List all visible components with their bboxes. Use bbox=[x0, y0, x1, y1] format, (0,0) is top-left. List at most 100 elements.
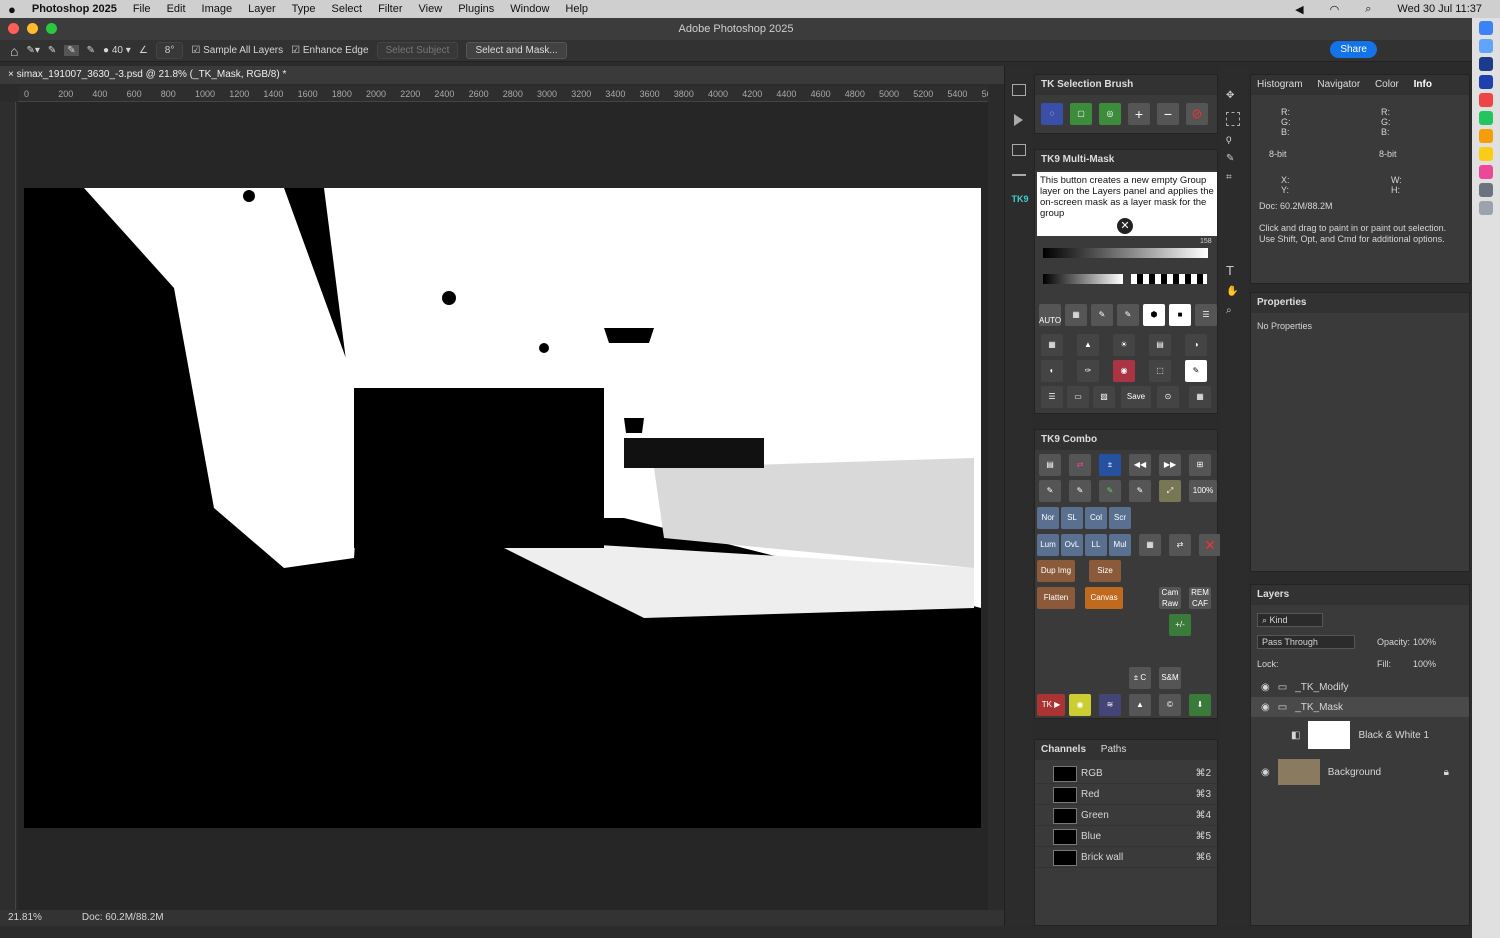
blend-color-button[interactable]: Col bbox=[1085, 507, 1107, 529]
wifi-icon[interactable]: ◠ bbox=[1330, 3, 1340, 16]
close-window-button[interactable] bbox=[8, 23, 19, 34]
grid-icon[interactable]: ▦ bbox=[1065, 304, 1087, 326]
marquee-tool-icon[interactable] bbox=[1226, 112, 1240, 126]
plus-minus-c-button[interactable]: ± C bbox=[1129, 667, 1151, 689]
menu-plugins[interactable]: Plugins bbox=[458, 3, 494, 15]
menu-layer[interactable]: Layer bbox=[248, 3, 276, 15]
menu-filter[interactable]: Filter bbox=[378, 3, 402, 15]
sample-all-layers-checkbox[interactable]: ☑ Sample All Layers bbox=[191, 45, 283, 56]
minimize-window-button[interactable] bbox=[27, 23, 38, 34]
blend-mode-select[interactable]: Pass Through bbox=[1257, 635, 1355, 649]
dotted-selection-icon[interactable]: ⬚ bbox=[1149, 360, 1171, 382]
channel-row[interactable]: RGB ⌘2 bbox=[1035, 764, 1217, 784]
brush-size-picker[interactable]: ● 40 ▾ bbox=[103, 45, 131, 56]
calculator-icon[interactable]: ▦ bbox=[1189, 386, 1211, 408]
home-icon[interactable]: ⌂ bbox=[10, 43, 18, 59]
size-button[interactable]: Size bbox=[1089, 560, 1121, 582]
plus-minus-button[interactable]: +/- bbox=[1169, 614, 1191, 636]
finder-icon[interactable] bbox=[1479, 21, 1493, 35]
photoshop-icon[interactable] bbox=[1479, 57, 1493, 71]
menu-help[interactable]: Help bbox=[565, 3, 588, 15]
volume-icon[interactable]: ◀ bbox=[1295, 3, 1303, 16]
channels-icon[interactable]: ▤ bbox=[1149, 334, 1171, 356]
layer-row[interactable]: ◉ Background 🔒︎ bbox=[1251, 757, 1469, 787]
canvas-area[interactable] bbox=[18, 102, 988, 910]
clock[interactable]: Wed 30 Jul 11:37 bbox=[1397, 3, 1482, 15]
actions-icon[interactable] bbox=[1014, 114, 1023, 126]
menu-type[interactable]: Type bbox=[292, 3, 316, 15]
move-tool-icon[interactable]: ✥ bbox=[1226, 90, 1240, 104]
blend-overlay-button[interactable]: OvL bbox=[1061, 534, 1083, 556]
canvas-button[interactable]: Canvas bbox=[1085, 587, 1123, 609]
apple-icon[interactable]: ● bbox=[8, 2, 16, 17]
fill-input[interactable]: 100% bbox=[1413, 659, 1436, 669]
search-icon[interactable]: ⌕ bbox=[1365, 3, 1371, 16]
paint-brush-icon[interactable]: ✎ bbox=[1185, 360, 1207, 382]
sam-button[interactable]: S&M bbox=[1159, 667, 1181, 689]
select-and-mask-button[interactable]: Select and Mask... bbox=[466, 42, 567, 59]
settings-icon[interactable] bbox=[1479, 183, 1493, 197]
folder-icon[interactable]: ▭ bbox=[1067, 386, 1089, 408]
brush-tool-icon[interactable]: ✎ bbox=[1226, 153, 1242, 164]
mail-icon[interactable] bbox=[1479, 39, 1493, 53]
blend-multiply-button[interactable]: Mul bbox=[1109, 534, 1131, 556]
histogram-icon[interactable]: ▲ bbox=[1077, 334, 1099, 356]
notes-icon[interactable] bbox=[1479, 147, 1493, 161]
adjustments-icon[interactable] bbox=[1011, 144, 1026, 156]
feather-selection-icon[interactable]: ◎ bbox=[1099, 103, 1121, 125]
music-icon[interactable] bbox=[1479, 165, 1493, 179]
layers-icon[interactable]: ≋ bbox=[1099, 694, 1121, 716]
eye-icon[interactable]: ◉ bbox=[1261, 702, 1270, 713]
swap-icon[interactable]: ⇄ bbox=[1069, 454, 1091, 476]
menu-view[interactable]: View bbox=[419, 3, 443, 15]
history-icon[interactable] bbox=[1011, 84, 1026, 96]
fit-screen-icon[interactable]: ⤢ bbox=[1159, 480, 1181, 502]
green-brush-icon[interactable]: ✎ bbox=[1099, 480, 1121, 502]
circles-icon[interactable]: ◑ bbox=[1185, 334, 1207, 356]
subtract-icon[interactable]: − bbox=[1157, 103, 1179, 125]
duplicate-image-button[interactable]: Dup Img bbox=[1037, 560, 1075, 582]
flatten-button[interactable]: Flatten bbox=[1037, 587, 1075, 609]
layer-mask-thumb[interactable] bbox=[1308, 721, 1351, 749]
zoom-window-button[interactable] bbox=[46, 23, 57, 34]
tab-paths[interactable]: Paths bbox=[1101, 744, 1127, 755]
channel-row[interactable]: Red ⌘3 bbox=[1035, 785, 1217, 805]
tab-navigator[interactable]: Navigator bbox=[1317, 79, 1360, 90]
close-icon[interactable]: ✕ bbox=[1117, 218, 1133, 234]
kind-filter[interactable]: ⌕ Kind bbox=[1257, 613, 1323, 627]
crop-tool-icon[interactable]: ⌗ bbox=[1226, 172, 1242, 183]
channel-row[interactable]: Green ⌘4 bbox=[1035, 806, 1217, 826]
document-tab[interactable]: × simax_191007_3630_-3.psd @ 21.8% (_TK_… bbox=[0, 66, 1004, 84]
save-button[interactable]: Save bbox=[1121, 386, 1151, 408]
tab-histogram[interactable]: Histogram bbox=[1257, 79, 1303, 90]
zoom-tool-icon[interactable]: ⌕ bbox=[1226, 305, 1242, 316]
dropper-icon[interactable]: ✑ bbox=[1077, 360, 1099, 382]
messages-icon[interactable] bbox=[1479, 111, 1493, 125]
hue-icon[interactable]: ◐ bbox=[1041, 360, 1063, 382]
forward-icon[interactable]: ▶▶ bbox=[1159, 454, 1181, 476]
grey-brush-icon[interactable]: ✎ bbox=[1129, 480, 1151, 502]
zoom-level[interactable]: 21.81% bbox=[8, 910, 42, 926]
rewind-icon[interactable]: ◀◀ bbox=[1129, 454, 1151, 476]
target-icon[interactable]: ⊙ bbox=[1157, 386, 1179, 408]
auto-button[interactable]: AUTO bbox=[1039, 304, 1061, 326]
brush-icon[interactable]: ✎ bbox=[1091, 304, 1113, 326]
brush-icon[interactable]: ✎ bbox=[1039, 480, 1061, 502]
photos-icon[interactable] bbox=[1479, 129, 1493, 143]
add-selection-icon[interactable]: ✎ bbox=[64, 45, 79, 56]
white-brush-icon[interactable]: ✎ bbox=[1117, 304, 1139, 326]
tab-color[interactable]: Color bbox=[1375, 79, 1399, 90]
menu-icon[interactable]: ☰ bbox=[1041, 386, 1063, 408]
doc-size[interactable]: Doc: 60.2M/88.2M bbox=[82, 910, 164, 926]
download-icon[interactable]: ⬇ bbox=[1189, 694, 1211, 716]
layer-row[interactable]: ◧ Black & White 1 bbox=[1251, 719, 1469, 751]
add-box-icon[interactable]: ⊞ bbox=[1189, 454, 1211, 476]
tab-info[interactable]: Info bbox=[1414, 79, 1432, 90]
calculator-icon[interactable]: ▦ bbox=[1139, 534, 1161, 556]
lasso-tool-icon[interactable]: ϙ bbox=[1226, 134, 1242, 145]
rem-caf-button[interactable]: REM CAF bbox=[1189, 587, 1211, 609]
black-shape-icon[interactable]: ⬢ bbox=[1143, 304, 1165, 326]
zone-slider[interactable] bbox=[1131, 274, 1207, 284]
black-square-icon[interactable]: ■ bbox=[1169, 304, 1191, 326]
menu-lines-icon[interactable]: ☰ bbox=[1195, 304, 1217, 326]
